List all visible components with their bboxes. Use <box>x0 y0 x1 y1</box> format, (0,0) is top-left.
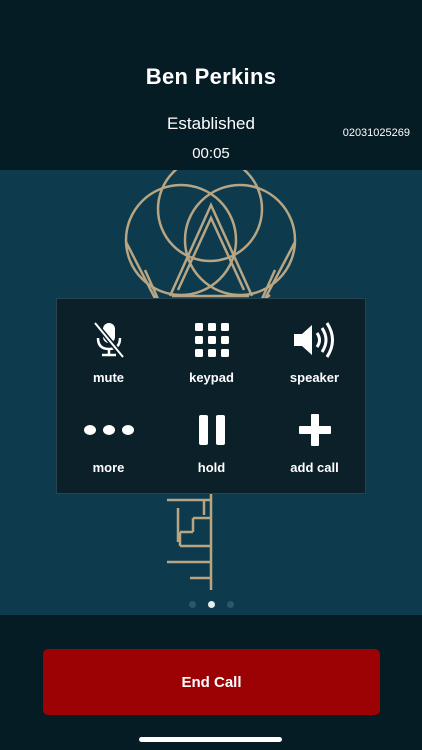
microphone-muted-icon <box>57 319 160 361</box>
plus-icon <box>263 409 366 451</box>
page-dot-2-active[interactable] <box>207 601 215 608</box>
mute-button[interactable]: mute <box>57 299 160 389</box>
call-stage: mute keypad speaker more hold add call <box>0 170 422 615</box>
speaker-button[interactable]: speaker <box>263 299 366 389</box>
speaker-icon <box>263 319 366 361</box>
add-call-button[interactable]: add call <box>263 389 366 479</box>
pause-icon <box>160 409 263 451</box>
call-header: Ben Perkins Established 02031025269 00:0… <box>0 0 422 170</box>
hold-label: hold <box>197 460 226 475</box>
call-controls-panel: mute keypad speaker more hold add call <box>56 298 366 494</box>
keypad-icon <box>160 319 263 361</box>
add-call-label: add call <box>290 460 339 475</box>
home-indicator[interactable] <box>139 737 282 742</box>
more-button[interactable]: more <box>57 389 160 479</box>
page-dot-3[interactable] <box>226 601 234 608</box>
mute-label: mute <box>92 370 125 385</box>
call-timer: 00:05 <box>192 145 230 162</box>
more-label: more <box>92 460 125 475</box>
keypad-label: keypad <box>189 370 234 385</box>
keypad-button[interactable]: keypad <box>160 299 263 389</box>
page-dot-1[interactable] <box>188 601 196 608</box>
caller-name: Ben Perkins <box>145 64 277 89</box>
more-dots-icon <box>57 409 160 451</box>
page-indicator <box>0 601 422 611</box>
phone-number: 02031025269 <box>342 127 410 139</box>
hold-button[interactable]: hold <box>160 389 263 479</box>
end-call-button[interactable]: End Call <box>43 649 380 715</box>
speaker-label: speaker <box>289 370 340 385</box>
